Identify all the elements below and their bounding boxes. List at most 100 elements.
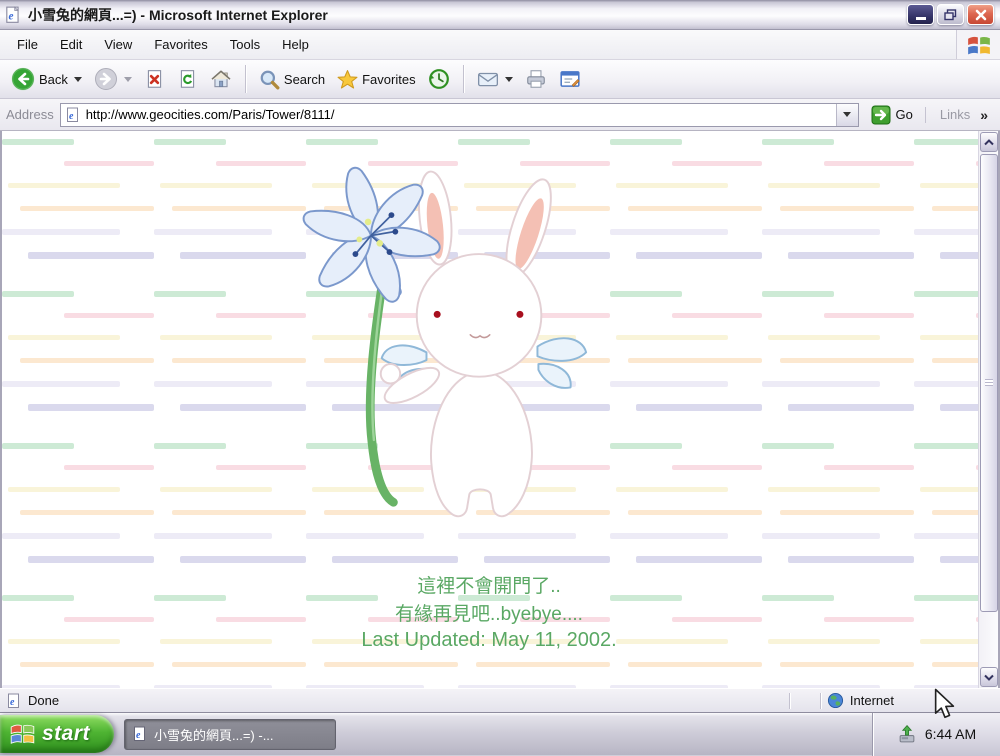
address-dropdown-button[interactable] [836,104,858,126]
menu-bar: File Edit View Favorites Tools Help [0,30,1000,60]
history-icon [428,68,450,90]
home-button[interactable] [205,66,237,93]
print-button[interactable] [520,66,552,92]
menu-tools[interactable]: Tools [219,32,271,57]
menu-edit[interactable]: Edit [49,32,93,57]
address-bar: Address e http://www.geocities.com/Paris… [0,99,1000,131]
search-label: Search [284,72,325,87]
background-tile [154,435,306,587]
scrollbar-thumb[interactable] [980,154,998,612]
status-page-icon: e [6,693,22,709]
edit-icon [559,69,581,89]
background-tile [610,435,762,587]
svg-text:e: e [9,10,14,22]
window-controls [907,4,996,25]
safely-remove-hardware-icon[interactable] [897,724,917,744]
links-bar[interactable]: Links » [925,107,994,123]
address-label: Address [6,107,54,122]
chevron-more-icon[interactable]: » [980,107,988,123]
mail-button[interactable] [472,66,518,92]
svg-text:e: e [69,111,74,122]
standard-buttons-toolbar: Back [0,60,1000,99]
task-label: 小雪兔的網頁...=) -... [154,725,274,744]
left-eye [434,311,441,318]
page-text-line1: 這裡不會開門了.. [2,571,976,598]
stop-button[interactable] [139,66,170,93]
search-button[interactable]: Search [254,66,330,93]
background-tile [762,283,914,435]
status-text: Done [28,693,59,708]
right-eye [516,311,523,318]
stop-icon [144,69,165,90]
back-label: Back [39,72,68,87]
page-text-line3: Last Updated: May 11, 2002. [2,629,976,652]
zone-label: Internet [850,693,894,708]
background-tile [610,131,762,283]
chevron-up-icon [984,139,994,146]
minimize-button[interactable] [907,4,934,25]
background-tile [2,131,154,283]
chevron-down-icon [984,674,994,681]
background-tile [2,283,154,435]
vertical-scrollbar[interactable] [978,131,998,688]
toolbar-divider [463,65,464,93]
favorites-button[interactable]: Favorites [332,66,420,93]
restore-icon [944,9,957,21]
search-icon [259,69,280,90]
svg-text:e: e [136,730,141,741]
status-separator [789,693,790,709]
scroll-up-button[interactable] [980,132,998,152]
mail-icon [477,69,499,89]
taskbar-item-ie[interactable]: e 小雪兔的網頁...=) -... [124,719,336,750]
scroll-down-button[interactable] [980,667,998,687]
mail-dropdown-icon [505,77,513,82]
close-button[interactable] [967,4,994,25]
windows-logo-throbber [956,30,1000,59]
back-icon [11,67,35,91]
address-input[interactable]: e http://www.geocities.com/Paris/Tower/8… [60,103,859,127]
forward-icon [94,67,118,91]
internet-globe-icon [827,692,844,709]
address-page-icon: e [65,107,81,123]
windows-flag-icon [967,33,991,57]
ie-window: e 小雪兔的網頁...=) - Microsoft Internet Explo… [0,0,1000,755]
address-url[interactable]: http://www.geocities.com/Paris/Tower/811… [86,107,831,122]
page-text-line2: 有緣再見吧..byebye.... [2,599,976,626]
security-zone: Internet [827,692,894,709]
favorites-label: Favorites [362,72,415,87]
start-button[interactable]: start [0,715,114,753]
background-tile [2,435,154,587]
edit-button[interactable] [554,66,586,92]
print-icon [525,69,547,89]
bunny-paw [381,364,400,383]
menu-view[interactable]: View [93,32,143,57]
restore-button[interactable] [937,4,964,25]
blue-lily-flower [300,165,443,306]
forward-dropdown-icon [124,77,132,82]
mouse-cursor [934,688,958,722]
menu-favorites[interactable]: Favorites [143,32,218,57]
forward-button[interactable] [89,64,137,94]
taskbar: start e 小雪兔的網頁...=) -... 6:44 AM [0,712,1000,755]
title-bar: e 小雪兔的網頁...=) - Microsoft Internet Explo… [0,0,1000,30]
start-windows-flag-icon [10,721,35,746]
minimize-icon [916,17,926,20]
chevron-down-icon [843,112,851,117]
go-arrow-icon [871,105,891,125]
refresh-button[interactable] [172,66,203,93]
go-button[interactable]: Go [865,103,919,127]
background-tile [154,283,306,435]
history-button[interactable] [423,65,455,93]
back-button[interactable]: Back [6,64,87,94]
background-tile [154,131,306,283]
status-bar: e Done Internet [0,688,1000,712]
menu-help[interactable]: Help [271,32,320,57]
svg-text:e: e [10,697,15,708]
links-label[interactable]: Links [940,107,970,122]
ie-page-icon[interactable]: e [4,6,22,24]
task-page-icon: e [132,726,148,742]
menu-file[interactable]: File [6,32,49,57]
clock[interactable]: 6:44 AM [925,726,976,742]
background-tile [762,131,914,283]
back-dropdown-icon [74,77,82,82]
